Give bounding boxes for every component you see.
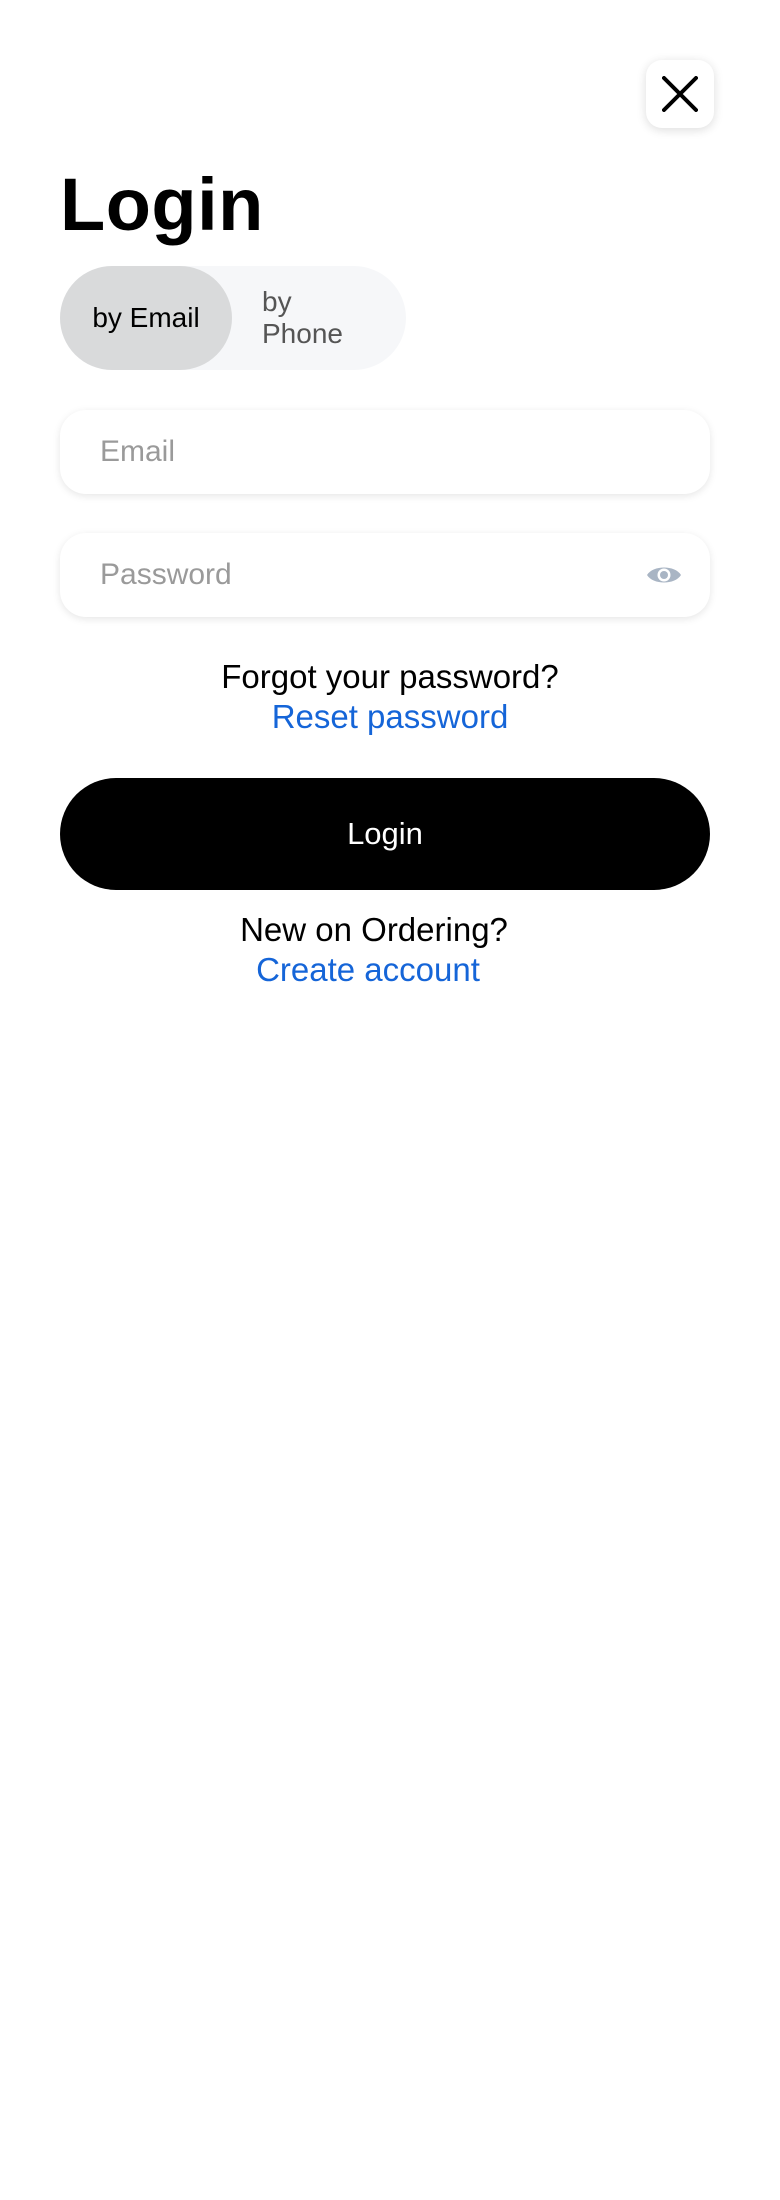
password-field-container bbox=[60, 533, 710, 617]
password-field[interactable] bbox=[100, 533, 640, 617]
tab-by-phone[interactable]: by Phone bbox=[262, 266, 382, 370]
login-button[interactable]: Login bbox=[60, 778, 710, 890]
tab-by-phone-label: by Phone bbox=[262, 286, 343, 349]
login-method-tabs: by Email by Phone bbox=[60, 266, 406, 370]
email-field[interactable] bbox=[100, 410, 640, 494]
create-account-row: Create account bbox=[0, 950, 758, 990]
reset-password-row: Reset password bbox=[0, 697, 780, 737]
eye-icon[interactable] bbox=[646, 561, 682, 589]
tab-by-email[interactable]: by Email bbox=[60, 266, 232, 370]
reset-password-link[interactable]: Reset password bbox=[272, 698, 509, 735]
create-account-link[interactable]: Create account bbox=[256, 951, 480, 988]
email-field-container bbox=[60, 410, 710, 494]
page-title: Login bbox=[60, 163, 264, 246]
forgot-password-prompt: Forgot your password? bbox=[221, 658, 559, 695]
close-icon bbox=[662, 76, 698, 112]
signup-prompt: New on Ordering? bbox=[240, 911, 508, 948]
close-button[interactable] bbox=[646, 60, 714, 128]
